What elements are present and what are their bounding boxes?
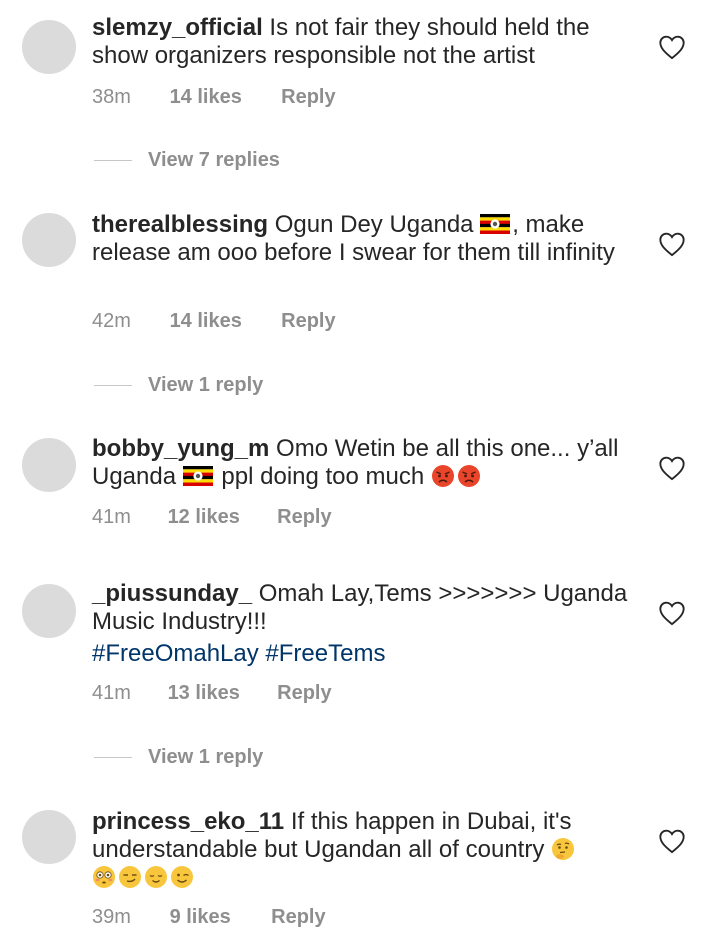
uganda-flag-icon — [480, 214, 510, 234]
comment-body: slemzy_official Is not fair they should … — [92, 14, 637, 70]
uganda-flag-icon — [183, 466, 213, 486]
comment-meta: 41m 13 likes Reply — [92, 682, 332, 705]
avatar[interactable] — [22, 213, 76, 267]
relieved-face-emoji — [144, 865, 168, 889]
comment-likes[interactable]: 14 likes — [170, 86, 276, 109]
comment-body: _piussunday_ Omah Lay,Tems >>>>>>> Ugand… — [92, 580, 637, 668]
comment-username[interactable]: therealblessing — [92, 211, 268, 238]
comment-time: 41m — [92, 506, 131, 528]
view-replies-button[interactable]: View 1 reply — [94, 743, 263, 771]
avatar[interactable] — [22, 810, 76, 864]
reply-button[interactable]: Reply — [281, 86, 335, 109]
comment-text: Ogun Dey Uganda — [274, 211, 474, 238]
replies-divider — [94, 159, 132, 161]
reply-button[interactable]: Reply — [271, 906, 325, 929]
angry-face-emoji — [431, 464, 455, 488]
comment-username[interactable]: slemzy_official — [92, 14, 263, 41]
thinking-face-emoji — [551, 837, 575, 861]
avatar[interactable] — [22, 20, 76, 74]
comment-time: 41m — [92, 682, 131, 704]
comment-username[interactable]: princess_eko_11 — [92, 808, 284, 835]
replies-divider — [94, 756, 132, 758]
comment-time: 39m — [92, 906, 131, 928]
hashtag-links[interactable]: #FreeOmahLay #FreeTems — [92, 640, 637, 668]
view-replies-button[interactable]: View 7 replies — [94, 146, 280, 174]
avatar[interactable] — [22, 584, 76, 638]
view-replies-label: View 1 reply — [148, 373, 264, 396]
reply-button[interactable]: Reply — [281, 310, 335, 333]
heart-icon[interactable] — [658, 231, 686, 257]
comment-likes[interactable]: 9 likes — [170, 906, 266, 929]
comment-meta: 39m 9 likes Reply — [92, 906, 326, 929]
view-replies-button[interactable]: View 1 reply — [94, 371, 263, 399]
view-replies-label: View 7 replies — [148, 148, 280, 171]
comment-text-continued: ppl doing too much — [221, 463, 425, 490]
reply-button[interactable]: Reply — [277, 506, 331, 529]
comment-body: bobby_yung_m Omo Wetin be all this one..… — [92, 435, 637, 491]
smirking-face-emoji — [118, 865, 142, 889]
angry-face-emoji — [457, 464, 481, 488]
view-replies-label: View 1 reply — [148, 745, 264, 768]
comment-likes[interactable]: 12 likes — [168, 506, 272, 529]
comment-likes[interactable]: 14 likes — [170, 310, 276, 333]
comment-likes[interactable]: 13 likes — [168, 682, 272, 705]
comment-time: 38m — [92, 86, 131, 108]
heart-icon[interactable] — [658, 828, 686, 854]
replies-divider — [94, 384, 132, 386]
heart-icon[interactable] — [658, 600, 686, 626]
comment-time: 42m — [92, 310, 131, 332]
heart-icon[interactable] — [658, 34, 686, 60]
comment-meta: 41m 12 likes Reply — [92, 506, 332, 529]
comment-username[interactable]: _piussunday_ — [92, 580, 252, 607]
reply-button[interactable]: Reply — [277, 682, 331, 705]
flushed-face-emoji — [92, 865, 116, 889]
heart-icon[interactable] — [658, 455, 686, 481]
comment-username[interactable]: bobby_yung_m — [92, 435, 269, 462]
comment-body: therealblessing Ogun Dey Uganda , make r… — [92, 211, 637, 267]
winking-face-emoji — [170, 865, 194, 889]
comment-meta: 42m 14 likes Reply — [92, 310, 336, 333]
comment-body: princess_eko_11 If this happen in Dubai,… — [92, 808, 637, 892]
avatar[interactable] — [22, 438, 76, 492]
comment-meta: 38m 14 likes Reply — [92, 86, 336, 109]
